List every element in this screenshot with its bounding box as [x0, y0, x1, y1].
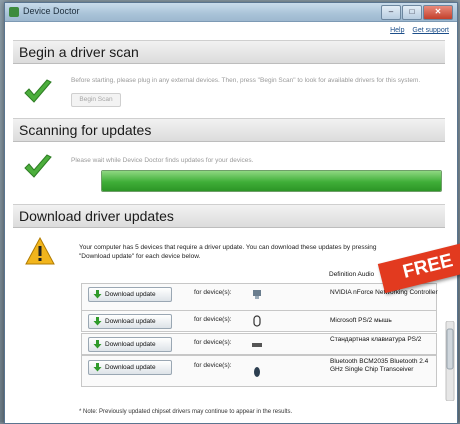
- download-update-label: Download update: [105, 341, 156, 348]
- maximize-button[interactable]: □: [402, 5, 422, 20]
- device-row: Download update for device(s): Bluetooth…: [81, 355, 437, 387]
- device-name: Bluetooth BCM2035 Bluetooth 2.4 GHz Sing…: [330, 358, 429, 373]
- for-devices-label: for device(s):: [194, 339, 232, 346]
- download-update-label: Download update: [105, 318, 156, 325]
- window-title: Device Doctor: [23, 6, 80, 16]
- minimize-button[interactable]: –: [381, 5, 401, 20]
- for-devices-label: for device(s):: [194, 316, 232, 323]
- scan-progress-fill: [102, 171, 441, 191]
- download-header: Download driver updates: [13, 204, 445, 228]
- keyboard-icon: [252, 343, 262, 347]
- scrollbar[interactable]: [445, 321, 455, 401]
- scan-progress-bar: [101, 170, 442, 192]
- chipset-note: * Note: Previously updated chipset drive…: [79, 409, 293, 415]
- download-update-label: Download update: [105, 364, 156, 371]
- mouse-icon: [253, 315, 261, 327]
- close-button[interactable]: ✕: [423, 5, 453, 20]
- device-name: Microsoft PS/2 мышь: [330, 317, 392, 324]
- device-name: Стандартная клавиатура PS/2: [330, 336, 422, 343]
- download-title: Download driver updates: [19, 208, 174, 224]
- for-devices-label: for device(s):: [194, 289, 232, 296]
- device-row: Download update for device(s): Стандартн…: [81, 333, 437, 355]
- download-intro-text: Your computer has 5 devices that require…: [79, 244, 377, 260]
- get-support-link[interactable]: Get support: [412, 27, 449, 34]
- download-arrow-icon: [93, 340, 102, 349]
- network-icon: [253, 290, 261, 299]
- window-controls: – □ ✕: [381, 5, 453, 20]
- begin-scan-button[interactable]: Begin Scan: [71, 93, 121, 107]
- for-devices-label: for device(s):: [194, 362, 232, 369]
- app-icon: [9, 7, 19, 17]
- download-update-button[interactable]: Download update: [88, 337, 172, 352]
- title-bar[interactable]: Device Doctor – □ ✕: [5, 3, 457, 22]
- download-update-button[interactable]: Download update: [88, 360, 172, 375]
- download-update-label: Download update: [105, 291, 156, 298]
- download-update-button[interactable]: Download update: [88, 287, 172, 302]
- download-update-button[interactable]: Download update: [88, 314, 172, 329]
- scanning-status-text: Please wait while Device Doctor finds up…: [71, 157, 254, 164]
- bluetooth-icon: [254, 367, 260, 377]
- check-icon: [24, 154, 52, 178]
- top-device-name: Definition Audio: [329, 271, 375, 278]
- device-doctor-window: Device Doctor – □ ✕ Help Get support Beg…: [4, 2, 458, 424]
- help-link[interactable]: Help: [390, 27, 404, 34]
- begin-scan-instructions: Before starting, please plug in any exte…: [71, 77, 421, 84]
- begin-scan-title: Begin a driver scan: [19, 44, 139, 60]
- check-icon: [24, 79, 52, 103]
- download-arrow-icon: [93, 363, 102, 372]
- download-arrow-icon: [93, 317, 102, 326]
- begin-scan-header: Begin a driver scan: [13, 40, 445, 64]
- scanning-header: Scanning for updates: [13, 118, 445, 142]
- device-row: Download update for device(s): Microsoft…: [81, 310, 437, 332]
- warning-icon: [25, 237, 55, 265]
- download-arrow-icon: [93, 290, 102, 299]
- top-links: Help Get support: [384, 27, 449, 34]
- scanning-title: Scanning for updates: [19, 122, 152, 138]
